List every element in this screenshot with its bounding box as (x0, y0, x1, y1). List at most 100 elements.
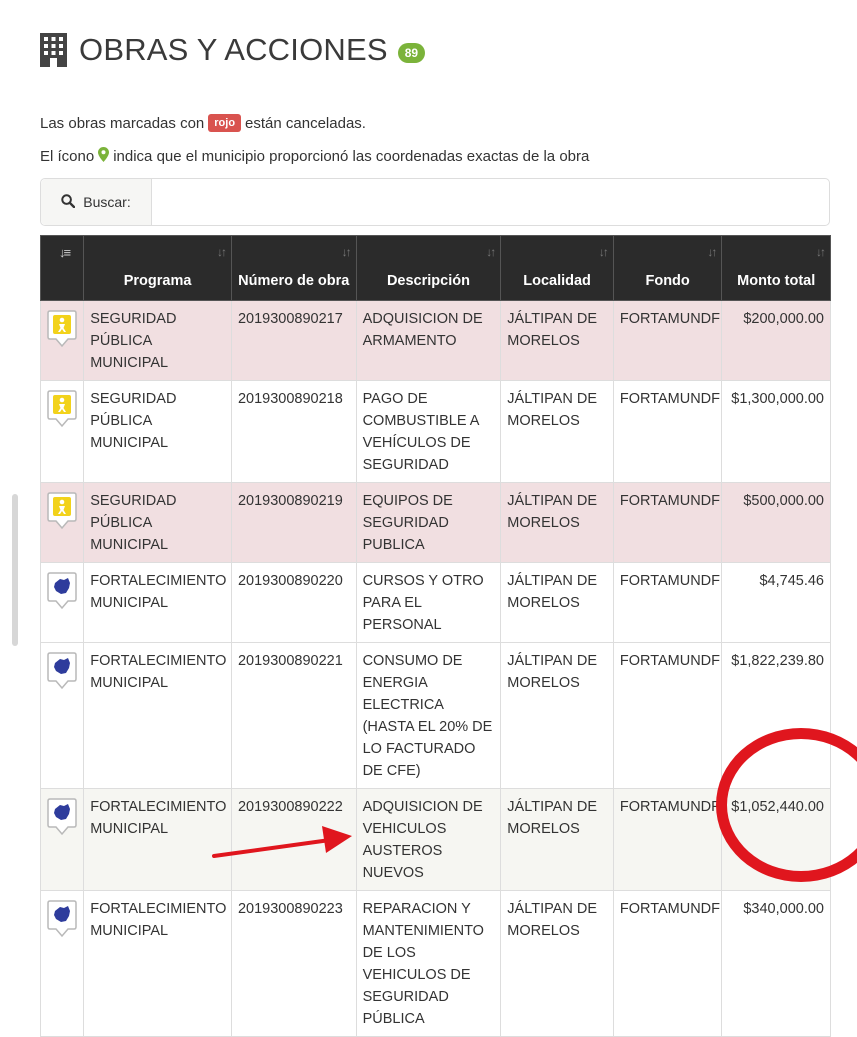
fondo-cell: FORTAMUNDF (612, 890, 723, 1037)
monto-cell: $1,052,440.00 (721, 788, 831, 891)
descripcion-cell: PAGO DE COMBUSTIBLE A VEHÍCULOS DE SEGUR… (355, 380, 502, 483)
program-icon-cell (39, 890, 85, 1037)
sort-icon: ↓↑ (707, 245, 717, 259)
column-header-numero[interactable]: ↓↑ Número de obra (230, 235, 357, 301)
table-row[interactable]: FORTALECIMIENTO MUNICIPAL 2019300890223 RE… (39, 890, 831, 1037)
coordinates-note: El ícono indica que el municipio proporc… (40, 147, 589, 166)
descripcion-cell: CONSUMO DE ENERGIA ELECTRICA (HASTA EL 2… (355, 642, 502, 789)
sort-icon: ↓↑ (816, 245, 826, 259)
program-icon-cell (39, 482, 85, 563)
numero-cell: 2019300890217 (230, 300, 357, 381)
page-title: OBRAS Y ACCIONES (79, 32, 388, 67)
table-row[interactable]: SEGURIDAD PÚBLICA MUNICIPAL 2019300890217… (39, 300, 831, 381)
coordinates-note-text-end: indica que el municipio proporcionó las … (113, 148, 590, 165)
scrollbar-thumb[interactable] (12, 494, 18, 646)
page: OBRAS Y ACCIONES 89 Las obras marcadas c… (0, 0, 857, 1037)
programa-cell: SEGURIDAD PÚBLICA MUNICIPAL (83, 380, 232, 483)
table-row[interactable]: FORTALECIMIENTO MUNICIPAL 2019300890222 AD… (39, 788, 831, 891)
column-header-fondo[interactable]: ↓↑ Fondo (612, 235, 723, 301)
descripcion-cell: EQUIPOS DE SEGURIDAD PUBLICA (355, 482, 502, 563)
descripcion-cell: ADQUISICION DE ARMAMENTO (355, 300, 502, 381)
numero-cell: 2019300890223 (230, 890, 357, 1037)
program-icon-cell (39, 642, 85, 789)
cancel-note: Las obras marcadas con rojo están cancel… (40, 114, 366, 132)
search-addon: Buscar: (41, 179, 152, 225)
numero-cell: 2019300890219 (230, 482, 357, 563)
security-badge-icon (47, 309, 79, 349)
numero-cell: 2019300890220 (230, 562, 357, 643)
column-header-monto[interactable]: ↓↑ Monto total (721, 235, 831, 301)
cancel-note-text-end: están canceladas. (245, 114, 366, 132)
localidad-cell: JÁLTIPAN DE MORELOS (500, 482, 614, 563)
security-badge-icon (47, 491, 79, 531)
programa-cell: FORTALECIMIENTO MUNICIPAL (83, 562, 232, 643)
fondo-cell: FORTAMUNDF (612, 300, 723, 381)
localidad-cell: JÁLTIPAN DE MORELOS (500, 890, 614, 1037)
fondo-cell: FORTAMUNDF (612, 788, 723, 891)
building-icon (40, 33, 67, 67)
program-icon-cell (39, 380, 85, 483)
security-badge-icon (47, 389, 79, 429)
program-icon-cell (39, 300, 85, 381)
column-header-label: Monto total (737, 273, 816, 289)
descripcion-cell: ADQUISICION DE VEHICULOS AUSTEROS NUEVOS (355, 788, 502, 891)
column-header-localidad[interactable]: ↓↑ Localidad (500, 235, 614, 301)
table-row[interactable]: SEGURIDAD PÚBLICA MUNICIPAL 2019300890218… (39, 380, 831, 483)
sort-icon: ↓↑ (216, 245, 227, 259)
programa-cell: SEGURIDAD PÚBLICA MUNICIPAL (83, 300, 232, 381)
localidad-cell: JÁLTIPAN DE MORELOS (500, 562, 614, 643)
works-table: ↓≡ ↓↑ Programa ↓↑ Número de obra ↓↑ Descrip… (39, 235, 831, 1037)
column-header-programa[interactable]: ↓↑ Programa (83, 235, 232, 301)
programa-cell: SEGURIDAD PÚBLICA MUNICIPAL (83, 482, 232, 563)
monto-cell: $200,000.00 (721, 300, 831, 381)
column-header-label: Número de obra (238, 273, 350, 289)
numero-cell: 2019300890221 (230, 642, 357, 789)
municipal-badge-icon (47, 899, 79, 939)
monto-cell: $1,822,239.80 (721, 642, 831, 789)
column-header-descripcion[interactable]: ↓↑ Descripción (355, 235, 502, 301)
map-pin-icon (98, 147, 110, 166)
programa-cell: FORTALECIMIENTO MUNICIPAL (83, 890, 232, 1037)
descripcion-cell: CURSOS Y OTRO PARA EL PERSONAL (355, 562, 502, 643)
search-label: Buscar: (83, 194, 131, 210)
column-header-label: Fondo (645, 273, 690, 289)
program-icon-cell (39, 562, 85, 643)
sort-icon: ↓↑ (341, 245, 352, 259)
sort-icon: ↓↑ (598, 245, 609, 259)
count-badge: 89 (397, 43, 426, 63)
coordinates-note-text-start: El ícono (40, 148, 95, 165)
monto-cell: $4,745.46 (721, 562, 831, 643)
sort-icon: ↓≡ (59, 245, 71, 260)
municipal-badge-icon (47, 651, 79, 691)
table-row[interactable]: FORTALECIMIENTO MUNICIPAL 2019300890221 CO… (39, 642, 831, 789)
fondo-cell: FORTAMUNDF (612, 380, 723, 483)
sort-icon: ↓↑ (486, 245, 496, 259)
column-header-label: Descripción (386, 273, 470, 289)
programa-cell: FORTALECIMIENTO MUNICIPAL (83, 788, 232, 891)
localidad-cell: JÁLTIPAN DE MORELOS (500, 380, 614, 483)
localidad-cell: JÁLTIPAN DE MORELOS (500, 300, 614, 381)
programa-cell: FORTALECIMIENTO MUNICIPAL (83, 642, 232, 789)
table-row[interactable]: FORTALECIMIENTO MUNICIPAL 2019300890220 CU… (39, 562, 831, 643)
page-header: OBRAS Y ACCIONES 89 (40, 28, 426, 72)
column-header-label: Localidad (523, 273, 591, 289)
numero-cell: 2019300890222 (230, 788, 357, 891)
program-icon-cell (39, 788, 85, 891)
numero-cell: 2019300890218 (230, 380, 357, 483)
localidad-cell: JÁLTIPAN DE MORELOS (500, 788, 614, 891)
search-input[interactable] (152, 179, 829, 225)
table-header-row: ↓≡ ↓↑ Programa ↓↑ Número de obra ↓↑ Descrip… (39, 235, 831, 301)
monto-cell: $340,000.00 (721, 890, 831, 1037)
column-header-icon[interactable]: ↓≡ (39, 235, 85, 301)
municipal-badge-icon (47, 571, 79, 611)
column-header-label: Programa (123, 273, 192, 289)
fondo-cell: FORTAMUNDF (612, 482, 723, 563)
monto-cell: $500,000.00 (721, 482, 831, 563)
localidad-cell: JÁLTIPAN DE MORELOS (500, 642, 614, 789)
search-icon (61, 193, 76, 211)
red-badge: rojo (208, 114, 242, 132)
search-bar: Buscar: (40, 178, 830, 226)
municipal-badge-icon (47, 797, 79, 837)
cancel-note-text-start: Las obras marcadas con (40, 114, 205, 132)
table-row[interactable]: SEGURIDAD PÚBLICA MUNICIPAL 2019300890219… (39, 482, 831, 563)
